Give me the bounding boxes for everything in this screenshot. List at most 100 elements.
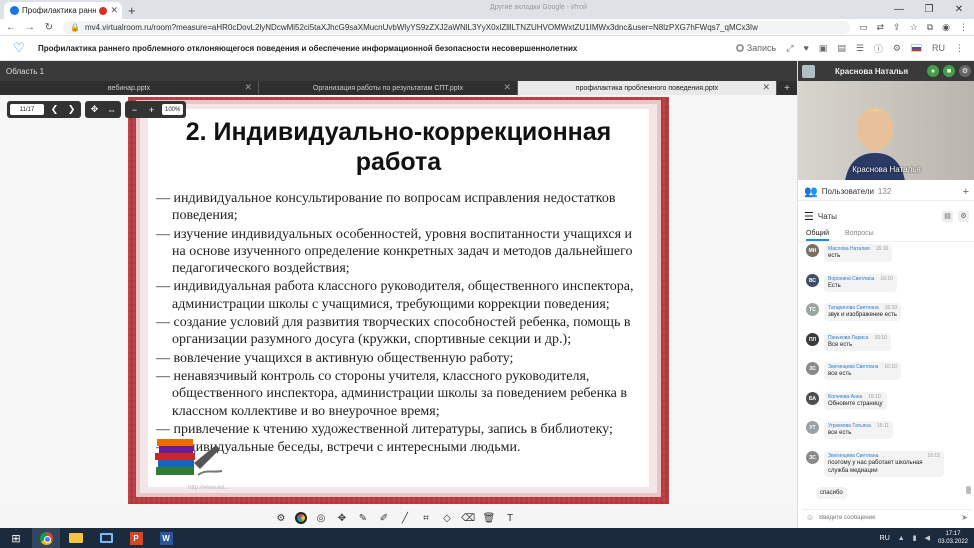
window-title-ghost: Другие вкладки Google - Итой xyxy=(490,4,587,11)
browser-tab[interactable]: Профилактика раннего пр ✕ xyxy=(4,2,122,19)
poll-icon[interactable]: ☰ xyxy=(856,43,864,54)
message-text: все есть xyxy=(828,430,852,436)
taskbar-powerpoint[interactable]: P xyxy=(122,528,150,548)
doc-tab-webinar[interactable]: вебинар.pptx ✕ xyxy=(0,81,259,95)
crop-tool-icon[interactable]: ⌗ xyxy=(419,511,433,525)
zoom-tool-icon[interactable]: ◎ xyxy=(314,511,328,525)
taskbar-word[interactable]: W xyxy=(152,528,180,548)
pen-tool-icon[interactable]: ✎ xyxy=(356,511,370,525)
header-menu-icon[interactable]: ⋮ xyxy=(955,43,964,54)
microphone-icon[interactable]: ● xyxy=(927,65,939,77)
forward-icon[interactable]: → xyxy=(25,22,35,33)
users-section[interactable]: 👥 Пользователи 132 + xyxy=(798,183,974,201)
translate-icon[interactable]: ⇄ xyxy=(877,22,885,33)
emoji-icon[interactable]: ☺ xyxy=(806,513,814,522)
language-selector[interactable]: RU xyxy=(932,43,945,53)
chat-message-input[interactable] xyxy=(819,514,957,521)
avatar: ЗС xyxy=(806,451,819,464)
doc-tab-close-icon[interactable]: ✕ xyxy=(244,82,252,93)
slide-controls: 11/17 ❮ ❯ ✥ ⇔ − + 100% xyxy=(7,101,187,118)
text-tool-icon[interactable]: T xyxy=(503,511,517,525)
next-slide-icon[interactable]: ❯ xyxy=(65,103,78,116)
eraser-icon[interactable]: ⌫ xyxy=(461,511,475,525)
doc-tab-close-icon[interactable]: ✕ xyxy=(503,82,511,93)
keyboard-language[interactable]: RU xyxy=(880,535,890,542)
url-text: mv4.virtualroom.ru/room?measure=aHR0cDov… xyxy=(84,22,758,32)
fit-page-icon[interactable]: ✥ xyxy=(88,103,101,116)
presenter-video[interactable]: Краснова Наталья xyxy=(798,81,974,180)
tray-arrow-icon[interactable]: ▲ xyxy=(898,535,905,542)
url-field[interactable]: 🔒 mv4.virtualroom.ru/room?measure=aHR0cD… xyxy=(63,20,851,34)
recording-indicator-icon xyxy=(99,6,108,15)
add-document-icon[interactable]: + xyxy=(777,81,797,95)
doc-tab-close-icon[interactable]: ✕ xyxy=(762,82,770,93)
chat-settings-icon[interactable]: ⚙ xyxy=(958,210,969,222)
chat-scrollbar[interactable] xyxy=(966,244,971,500)
books-clipart-icon xyxy=(155,439,223,476)
chat-bubble-icon[interactable]: ▣ xyxy=(819,43,828,54)
stage-area-header: Область 1 xyxy=(0,61,797,81)
pointer-tool-icon[interactable]: ✥ xyxy=(335,511,349,525)
settings-gear-icon[interactable]: ⚙ xyxy=(893,43,901,54)
message-bubble: Татаринова Светлана 16:10 звук и изображе… xyxy=(824,303,902,321)
zoom-out-icon[interactable]: − xyxy=(128,103,141,116)
zoom-in-icon[interactable]: + xyxy=(145,103,158,116)
tab-questions[interactable]: Вопросы xyxy=(845,227,874,241)
share-icon[interactable]: ⇪ xyxy=(893,22,901,33)
message-bubble: Угрюмова Татьяна 16:11 все есть xyxy=(824,421,894,439)
back-icon[interactable]: ← xyxy=(6,22,16,33)
shape-tool-icon[interactable]: ◇ xyxy=(440,511,454,525)
profile-icon[interactable]: ◉ xyxy=(942,22,950,33)
prev-slide-icon[interactable]: ❮ xyxy=(48,103,61,116)
computer-icon xyxy=(99,533,113,543)
site-favicon-icon xyxy=(10,6,19,15)
send-icon[interactable]: ➤ xyxy=(961,513,968,522)
maximize-icon[interactable]: ❐ xyxy=(914,0,944,19)
drawing-toolbar: ⚙ ◎ ✥ ✎ ✐ ╱ ⌗ ◇ ⌫ 🗑 T xyxy=(274,508,517,528)
taskbar-explorer[interactable] xyxy=(62,528,90,548)
windows-logo-icon: ⊞ xyxy=(11,532,21,545)
slide-content: 2. Индивидуально-коррекционная работа ин… xyxy=(148,109,649,491)
network-icon[interactable]: ▮ xyxy=(913,534,917,542)
camera-icon[interactable]: ■ xyxy=(943,65,955,77)
page-indicator[interactable]: 11/17 xyxy=(10,104,44,115)
doc-tab-prevention[interactable]: профилактика проблемного поведения.pptx … xyxy=(518,81,777,95)
chat-scroll-thumb[interactable] xyxy=(966,486,971,494)
fullscreen-icon[interactable]: ⤢ xyxy=(786,43,793,54)
window-close-icon[interactable]: ✕ xyxy=(944,0,974,19)
doc-tab-spt[interactable]: Организация работы по результатам СПТ.pp… xyxy=(259,81,518,95)
info-icon[interactable]: ⓘ xyxy=(874,42,883,55)
expand-users-icon[interactable]: + xyxy=(963,186,969,198)
taskbar-computer[interactable] xyxy=(92,528,120,548)
folder-icon[interactable]: ▤ xyxy=(837,43,846,54)
extensions-icon[interactable]: ⧉ xyxy=(927,22,933,33)
fit-width-icon[interactable]: ⇔ xyxy=(105,103,118,116)
system-clock[interactable]: 17:17 03.03.2022 xyxy=(938,530,968,546)
color-picker-icon[interactable] xyxy=(295,512,307,524)
message-text: все есть xyxy=(828,371,852,377)
chat-export-icon[interactable]: ▤ xyxy=(942,210,953,222)
hand-raise-icon[interactable]: ♥ xyxy=(803,43,808,53)
browser-menu-icon[interactable]: ⋮ xyxy=(959,22,968,33)
message-time: 16:11 xyxy=(876,423,890,429)
new-tab-icon[interactable]: + xyxy=(128,3,136,18)
cast-icon[interactable]: ▭ xyxy=(859,22,868,33)
presenter-settings-icon[interactable]: ⚙ xyxy=(959,65,971,77)
record-button[interactable]: Запись xyxy=(735,43,776,53)
brush-tool-icon[interactable]: ✐ xyxy=(377,511,391,525)
tab-general[interactable]: Общий xyxy=(806,227,830,241)
tab-close-icon[interactable]: ✕ xyxy=(110,5,118,16)
bookmark-star-icon[interactable]: ☆ xyxy=(910,22,918,33)
line-tool-icon[interactable]: ╱ xyxy=(398,511,412,525)
russia-flag-icon[interactable] xyxy=(911,44,922,52)
start-button[interactable]: ⊞ xyxy=(2,528,30,548)
volume-icon[interactable]: ◀ xyxy=(925,534,930,542)
message-time: 16:15 xyxy=(927,453,940,459)
taskbar-chrome[interactable] xyxy=(32,528,60,548)
toolbar-settings-icon[interactable]: ⚙ xyxy=(274,511,288,525)
presenter-avatar xyxy=(802,64,815,78)
minimize-icon[interactable]: — xyxy=(884,0,914,19)
reload-icon[interactable]: ↻ xyxy=(44,22,54,33)
trash-icon[interactable]: 🗑 xyxy=(482,511,496,525)
avatar: УТ xyxy=(806,421,819,434)
